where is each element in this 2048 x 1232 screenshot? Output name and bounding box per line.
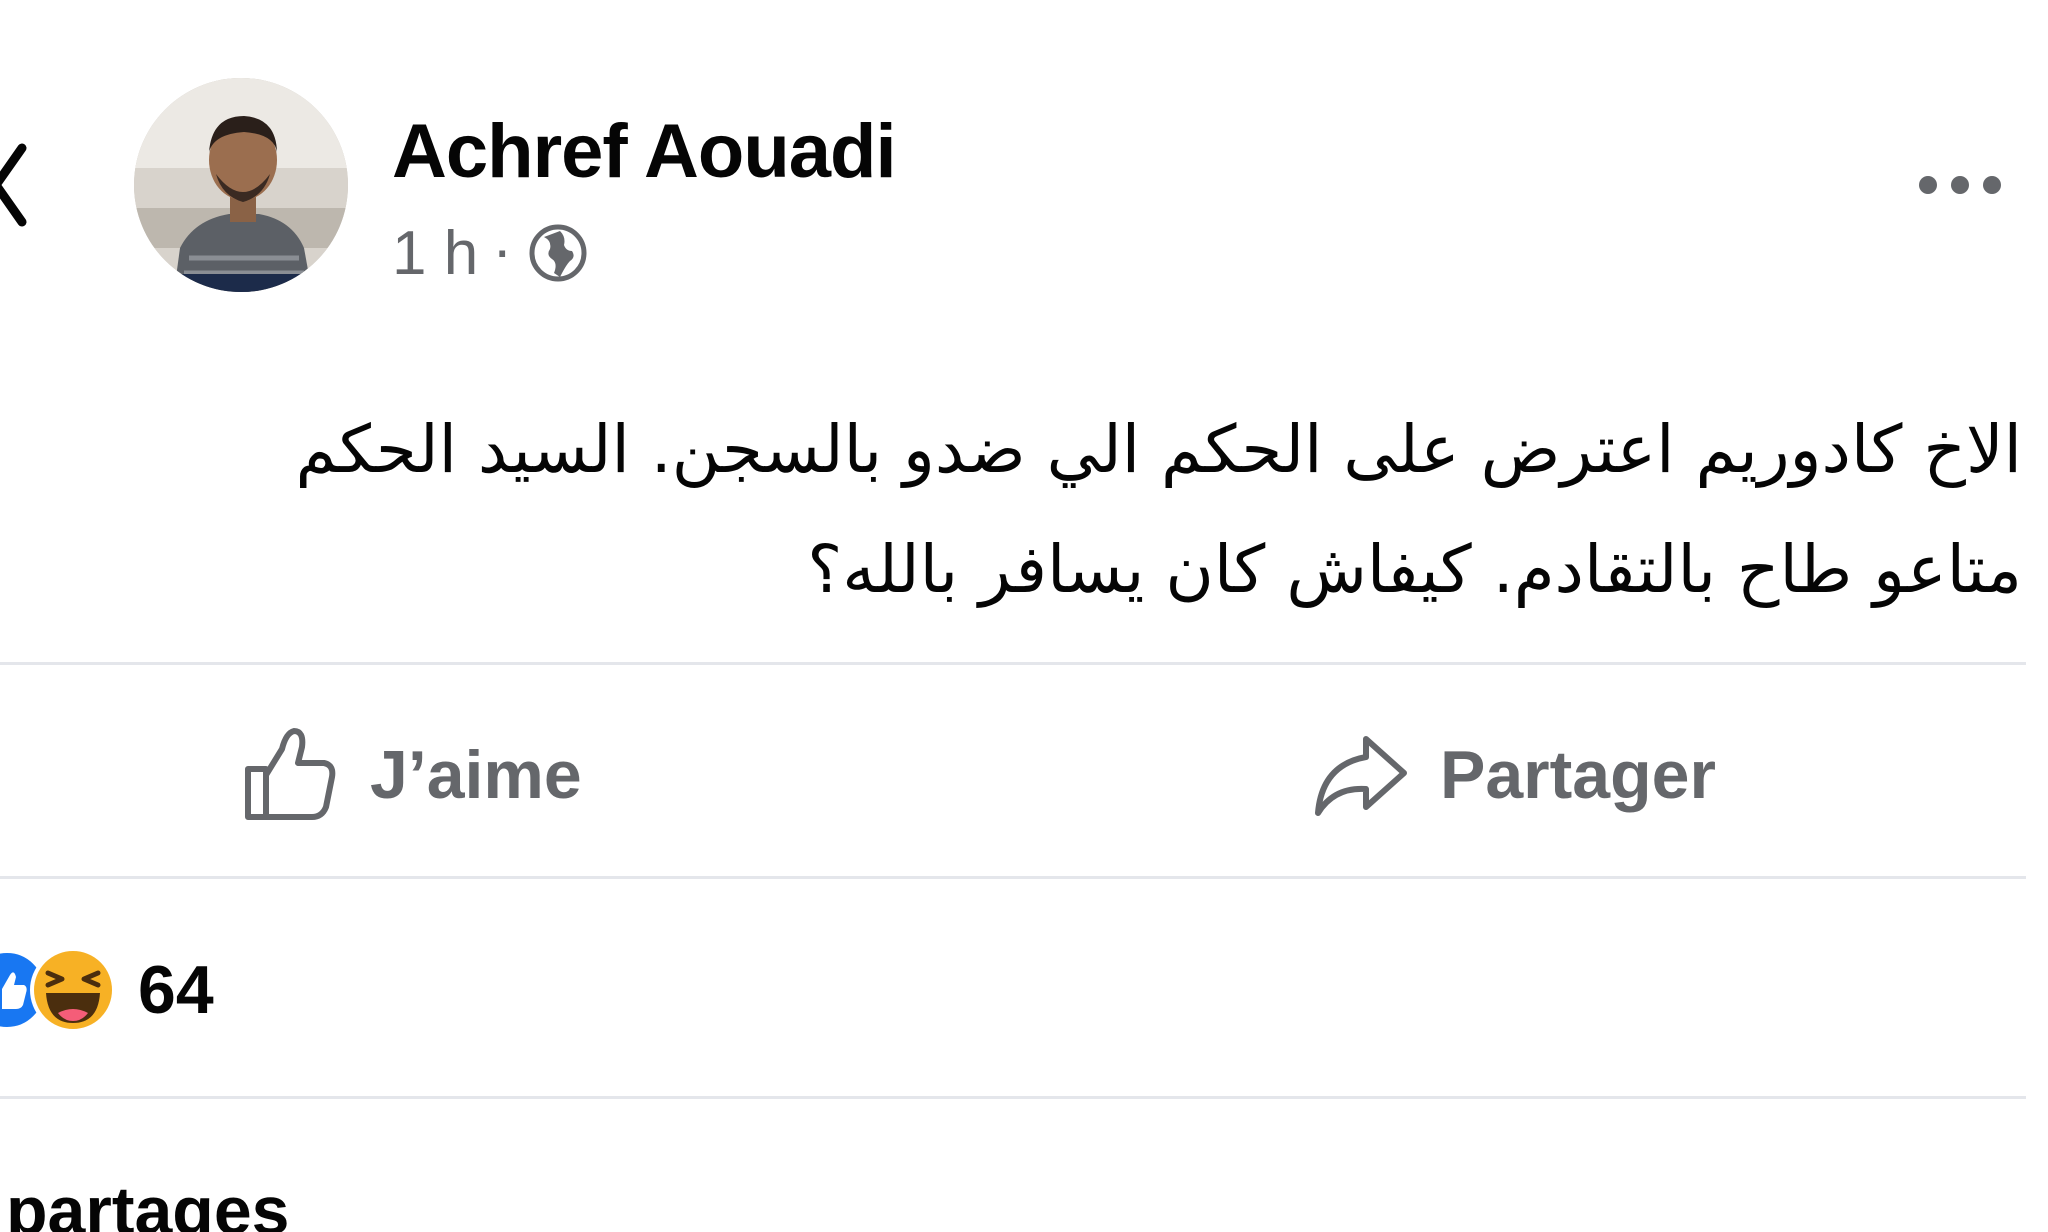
- like-button[interactable]: J’aime: [240, 710, 582, 840]
- post-text-line: متاعو طاح بالتقادم. كيفاش كان يسافر بالل…: [807, 531, 2022, 608]
- meta-separator: ·: [492, 215, 513, 283]
- post-view: Achref Aouadi 1 h · الاخ كادوريم اعترض ع…: [0, 0, 2048, 1232]
- reactions-summary[interactable]: 64: [0, 940, 214, 1040]
- like-label: J’aime: [370, 737, 582, 813]
- author-name[interactable]: Achref Aouadi: [392, 108, 897, 195]
- more-options-icon[interactable]: [1910, 165, 2010, 205]
- divider: [0, 1096, 2026, 1099]
- thumbs-up-icon: [245, 728, 336, 820]
- avatar[interactable]: [134, 78, 348, 292]
- share-label: Partager: [1440, 737, 1716, 813]
- post-text-line: الاخ كادوريم اعترض على الحكم الي ضدو بال…: [295, 411, 2022, 488]
- divider: [0, 876, 2026, 879]
- globe-icon: [529, 224, 587, 282]
- post-time[interactable]: 1 h: [392, 218, 478, 289]
- post-text: الاخ كادوريم اعترض على الحكم الي ضدو بال…: [60, 390, 2022, 630]
- back-chevron-icon[interactable]: [0, 140, 32, 230]
- post-meta: 1 h ·: [392, 215, 590, 289]
- share-arrow-icon: [1315, 736, 1407, 816]
- divider: [0, 662, 2026, 665]
- reaction-count: 64: [138, 952, 214, 1028]
- haha-reaction-icon: [30, 947, 116, 1033]
- share-button[interactable]: Partager: [1310, 710, 1716, 840]
- shares-count[interactable]: partages: [6, 1172, 289, 1232]
- avatar-photo: [134, 78, 348, 292]
